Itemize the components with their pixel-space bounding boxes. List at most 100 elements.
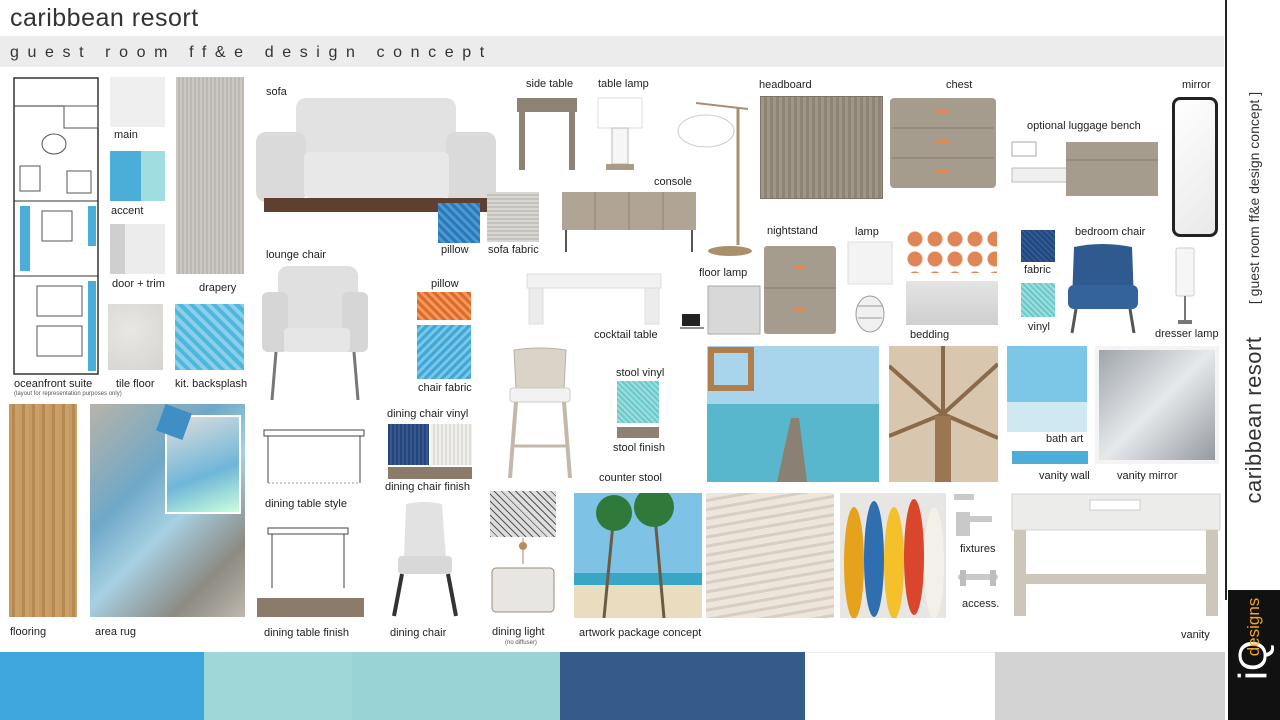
dining-light-label: dining light <box>492 626 545 638</box>
bedding-image <box>906 281 998 325</box>
sofa-fabric-label: sofa fabric <box>488 244 539 256</box>
oceanfront-suite-label: oceanfront suite <box>14 378 93 390</box>
vinyl-label: vinyl <box>1028 321 1051 333</box>
dining-table-style-label: dining table style <box>265 498 347 510</box>
accent-label: accent <box>111 205 144 217</box>
dining-chair-vinyl-label: dining chair vinyl <box>387 408 469 420</box>
iq-designs-logo: iQ designs <box>1228 590 1280 720</box>
accent-swatch-2 <box>141 151 165 201</box>
side-table-image <box>517 98 577 170</box>
main-swatch <box>110 77 165 127</box>
palapa-image <box>889 346 998 482</box>
dining-chair-finish-label: dining chair finish <box>385 481 470 493</box>
stool-finish-swatch <box>617 427 659 438</box>
artwork-package-label: artwork package concept <box>579 627 702 639</box>
vinyl-swatch <box>1021 283 1055 317</box>
palette-strip-1 <box>0 652 204 720</box>
palette-strip-5 <box>805 652 995 720</box>
bedroom-chair-image <box>1068 244 1138 334</box>
bedding-pattern-swatch <box>905 229 997 273</box>
vanity-mirror-label: vanity mirror <box>1117 470 1178 482</box>
palette-strip-3 <box>352 652 560 720</box>
floor-lamp-image <box>677 102 752 256</box>
kit-backsplash-swatch <box>175 304 244 370</box>
access-label: access. <box>962 598 1000 610</box>
fabric-label: fabric <box>1024 264 1051 276</box>
stool-vinyl-swatch <box>617 381 659 423</box>
nightstand-label: nightstand <box>767 225 818 237</box>
dining-table-side-drawing <box>267 527 349 588</box>
page-subtitle: guest room ff&e design concept <box>10 44 493 61</box>
dining-light-note: (no diffuser) <box>505 640 537 646</box>
accent-swatch-1 <box>110 151 141 201</box>
table-lamp-image <box>597 97 643 170</box>
vanity-image <box>1011 493 1221 616</box>
counter-stool-label: counter stool <box>599 472 662 484</box>
tile-floor-swatch <box>108 304 163 370</box>
headboard-label: headboard <box>759 79 812 91</box>
palette-strip-2 <box>204 652 352 720</box>
suite-note: (layout for representation purposes only… <box>14 391 122 397</box>
flooring-label: flooring <box>10 626 47 638</box>
headboard-image <box>760 96 883 199</box>
mirror-image <box>1172 97 1218 237</box>
dining-chair-label: dining chair <box>390 627 447 639</box>
stool-vinyl-label: stool vinyl <box>616 367 665 379</box>
fixtures-label: fixtures <box>960 543 996 555</box>
lounge-chair-label: lounge chair <box>266 249 326 261</box>
sofa-fabric-swatch <box>487 192 539 242</box>
pillow-label-2: pillow <box>431 278 459 290</box>
sidebar: caribbean resort [ guest room ff&e desig… <box>1228 0 1280 590</box>
sofa-image <box>256 98 496 212</box>
door-trim-swatch-1 <box>110 224 125 274</box>
chair-fabric-label: chair fabric <box>418 382 472 394</box>
area-rug-label: area rug <box>95 626 136 638</box>
page-title: caribbean resort <box>10 4 199 32</box>
table-lamp-label: table lamp <box>598 78 649 90</box>
vanity-wall-label: vanity wall <box>1039 470 1090 482</box>
charger-icon <box>680 314 704 329</box>
pillow-swatch-2 <box>417 292 471 320</box>
palette-strip-4 <box>560 652 805 720</box>
drapery-swatch <box>176 77 244 274</box>
artwork-sand-image <box>706 493 834 618</box>
dresser-lamp-image <box>1175 247 1195 324</box>
vanity-label: vanity <box>1181 629 1210 641</box>
nightstand-image <box>707 246 836 335</box>
mirror-label: mirror <box>1182 79 1211 91</box>
fabric-swatch <box>1021 230 1055 262</box>
dining-table-finish-label: dining table finish <box>264 627 350 639</box>
chest-label: chest <box>946 79 973 91</box>
kit-backsplash-label: kit. backsplash <box>175 378 248 390</box>
sidebar-divider <box>1225 0 1227 600</box>
accessories-image <box>958 570 998 586</box>
sidebar-subtitle: [ guest room ff&e design concept ] <box>1246 91 1262 305</box>
dining-table-finish-swatch <box>257 598 364 617</box>
lounge-chair-image <box>262 266 368 401</box>
tile-floor-label: tile floor <box>116 378 155 390</box>
pillow-label-1: pillow <box>441 244 469 256</box>
dining-vinyl-swatch-1 <box>388 424 429 465</box>
luggage-bench-image <box>1011 141 1158 196</box>
dining-table-style-drawing <box>263 429 365 484</box>
drapery-label: drapery <box>199 282 237 294</box>
fixtures-image <box>954 494 992 536</box>
logo-word: designs <box>1244 597 1263 657</box>
dresser-lamp-label: dresser lamp <box>1155 328 1219 340</box>
cocktail-table-image <box>526 273 662 325</box>
bath-art-image <box>1007 346 1087 432</box>
ocean-dock-image <box>707 346 879 482</box>
pillow-swatch-1 <box>438 203 480 243</box>
dining-light-image <box>491 538 555 613</box>
flooring-swatch <box>9 404 77 617</box>
artwork-palm-image <box>574 493 702 618</box>
bath-art-label: bath art <box>1046 433 1084 445</box>
lamp-label: lamp <box>855 226 879 238</box>
door-trim-label: door + trim <box>112 278 165 290</box>
main-label: main <box>114 129 138 141</box>
bedding-label: bedding <box>910 329 950 341</box>
stool-finish-label: stool finish <box>613 442 665 454</box>
sidebar-title: caribbean resort <box>1241 336 1266 504</box>
palette-strip-6 <box>995 652 1225 720</box>
artwork-surfboards-image <box>840 493 946 618</box>
